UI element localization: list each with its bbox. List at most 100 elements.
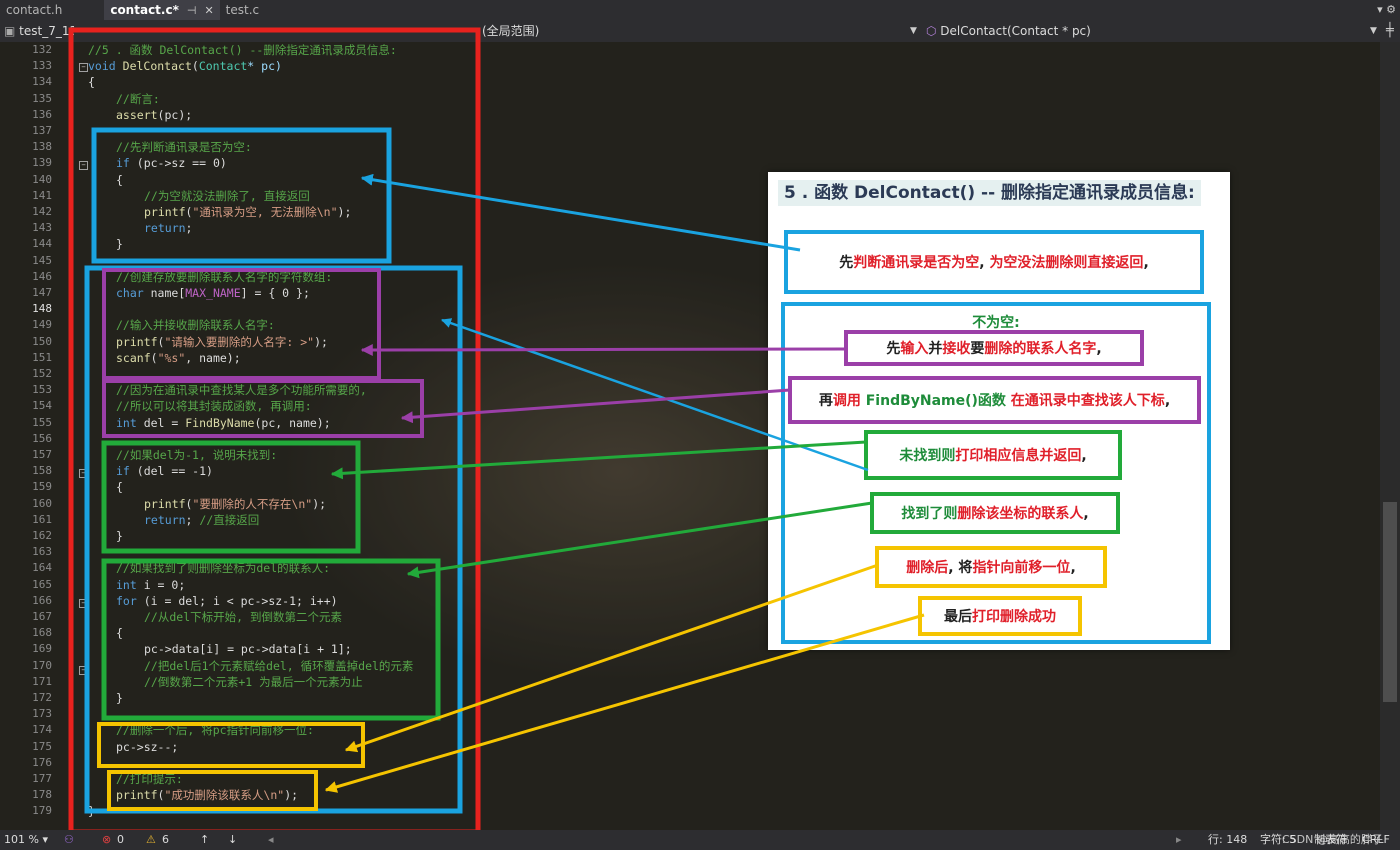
note-text: 找到了则 bbox=[901, 506, 958, 522]
line-number: 132 bbox=[32, 43, 52, 56]
code-line-170: //把del后1个元素赋给del, 循环覆盖掉del的元素 bbox=[144, 658, 413, 674]
warning-icon[interactable]: ⚠ bbox=[146, 830, 156, 850]
line-number: 137 bbox=[32, 124, 52, 137]
panel-title: 5 . 函数 DelContact() -- 删除指定通讯录成员信息: bbox=[778, 180, 1201, 206]
string-literal: "%s" bbox=[157, 350, 186, 365]
arrow-up-icon[interactable]: ↑ bbox=[200, 830, 209, 850]
scroll-left-icon[interactable]: ◂ bbox=[268, 830, 274, 850]
fold-icon[interactable]: − bbox=[79, 666, 88, 675]
note-text: 删除后 bbox=[906, 560, 949, 576]
code-line-151: scanf("%s", name); bbox=[116, 350, 241, 365]
code-line-172: } bbox=[116, 690, 123, 706]
keyword: return bbox=[144, 512, 186, 527]
close-icon[interactable]: ✕ bbox=[204, 4, 213, 17]
note-text: 先 bbox=[886, 341, 901, 357]
health-icon[interactable]: ⚇ bbox=[64, 830, 74, 850]
project-dropdown[interactable]: ▣ test_7_13 bbox=[4, 20, 74, 42]
note-find-by-name: 再调用 FindByName()函数 在通讯录中查找该人下标, bbox=[788, 376, 1201, 424]
line-number: 152 bbox=[32, 367, 52, 380]
line-number: 164 bbox=[32, 561, 52, 575]
code-text: ); bbox=[337, 205, 352, 219]
line-number: 143 bbox=[32, 221, 52, 235]
line-number: 176 bbox=[32, 755, 52, 769]
line-number: 139 bbox=[32, 156, 52, 170]
zoom-dropdown[interactable]: 101 % ▾ bbox=[4, 830, 48, 850]
fold-icon[interactable]: − bbox=[79, 469, 88, 478]
code-line-179: } bbox=[88, 803, 95, 819]
note-text: 打印相应信息并返回 bbox=[955, 448, 1082, 464]
code-line-177: //打印提示: bbox=[116, 771, 183, 787]
split-icon[interactable]: ╪ bbox=[1386, 20, 1394, 42]
vertical-scrollbar[interactable] bbox=[1380, 42, 1400, 830]
fold-icon[interactable]: − bbox=[79, 161, 88, 170]
line-number: 179 bbox=[32, 804, 52, 818]
error-count[interactable]: 0 bbox=[117, 830, 124, 850]
code-line-178: printf("成功删除该联系人\n"); bbox=[116, 788, 299, 803]
fold-icon[interactable]: − bbox=[79, 599, 88, 608]
error-icon[interactable]: ⊗ bbox=[102, 830, 111, 850]
settings-icon[interactable]: ▾ ⚙ bbox=[1377, 0, 1396, 20]
brace: } bbox=[116, 237, 123, 252]
tab-test-c[interactable]: test.c bbox=[220, 0, 292, 20]
note-text: 先 bbox=[839, 255, 854, 271]
note-print-success: 最后打印删除成功 bbox=[918, 596, 1082, 636]
note-text: 并 bbox=[928, 341, 943, 357]
line-number: 178 bbox=[32, 788, 52, 802]
line-number: 163 bbox=[32, 545, 52, 559]
code-text: ); bbox=[312, 496, 327, 511]
line-number: 172 bbox=[32, 691, 52, 704]
note-text: 删除的联系人名字 bbox=[984, 341, 1097, 357]
comment: //所以可以将其封装成函数, 再调用: bbox=[116, 399, 312, 414]
line-number: 136 bbox=[32, 107, 52, 121]
tab-label: contact.h bbox=[6, 3, 63, 17]
note-text: , bbox=[1096, 341, 1102, 357]
note-text: 输入 bbox=[900, 341, 929, 357]
scroll-right-icon[interactable]: ▸ bbox=[1176, 830, 1182, 850]
chevron-down-icon[interactable]: ▼ bbox=[1370, 20, 1377, 42]
chevron-down-icon[interactable]: ▼ bbox=[910, 20, 917, 42]
line-number-gutter: 132 133 134 135 136 137 138 139 140 141 142 143 144 1… bbox=[0, 42, 80, 830]
member-dropdown[interactable]: ⬡ DelContact(Contact * pc) bbox=[926, 20, 1366, 42]
comment: //删除一个后, 将pc指针向前移一位: bbox=[116, 723, 314, 738]
comment: //直接返回 bbox=[199, 512, 260, 527]
note-text: , 将 bbox=[948, 560, 973, 576]
function-call: scanf bbox=[116, 350, 151, 365]
line-number: 148 bbox=[32, 302, 52, 316]
line-number: 167 bbox=[32, 610, 52, 623]
arrow-down-icon[interactable]: ↓ bbox=[228, 830, 237, 850]
line-number: 159 bbox=[32, 480, 52, 494]
scrollbar-thumb[interactable] bbox=[1383, 502, 1397, 702]
annotation-panel: 5 . 函数 DelContact() -- 删除指定通讯录成员信息: 先判断通… bbox=[768, 172, 1230, 650]
note-text: 调用 bbox=[832, 393, 866, 409]
params: * pc) bbox=[247, 59, 282, 74]
project-name: test_7_13 bbox=[19, 24, 74, 38]
zoom-level: 101 % bbox=[4, 833, 39, 846]
note-text: 判断通讯录是否为空 bbox=[853, 255, 980, 271]
line-number: 146 bbox=[32, 269, 52, 283]
line-number: 160 bbox=[32, 496, 52, 510]
tab-contact-h[interactable]: contact.h bbox=[0, 0, 68, 20]
brace: { bbox=[116, 626, 123, 641]
note-text: 未找到则 bbox=[899, 448, 956, 464]
comment: //输入并接收删除联系人名字: bbox=[116, 318, 275, 333]
fold-icon[interactable]: − bbox=[79, 63, 88, 72]
keyword: int bbox=[116, 415, 137, 430]
note-text: 指针向前移一位 bbox=[972, 560, 1071, 576]
code-text: i = 0; bbox=[136, 577, 186, 592]
code-line-155: int del = FindByName(pc, name); bbox=[116, 415, 331, 431]
string-literal: "通讯录为空, 无法删除\n" bbox=[192, 205, 338, 219]
keyword: if bbox=[116, 156, 130, 171]
line-number: 141 bbox=[32, 188, 52, 202]
line-number: 155 bbox=[32, 415, 52, 429]
line-number: 133 bbox=[32, 59, 52, 73]
pin-icon[interactable]: ⊣ bbox=[187, 4, 197, 17]
note-text: 再 bbox=[818, 393, 833, 409]
line-number: 150 bbox=[32, 334, 52, 348]
note-text: 在通讯录中查找该人下标 bbox=[1005, 393, 1165, 409]
line-number: 174 bbox=[32, 723, 52, 737]
warning-count[interactable]: 6 bbox=[162, 830, 169, 850]
function-call: printf bbox=[116, 788, 158, 803]
scope-dropdown[interactable]: (全局范围) bbox=[482, 20, 902, 42]
tab-contact-c[interactable]: contact.c* ⊣ ✕ bbox=[104, 0, 220, 20]
code-line-141: //为空就没法删除了, 直接返回 bbox=[144, 188, 310, 204]
